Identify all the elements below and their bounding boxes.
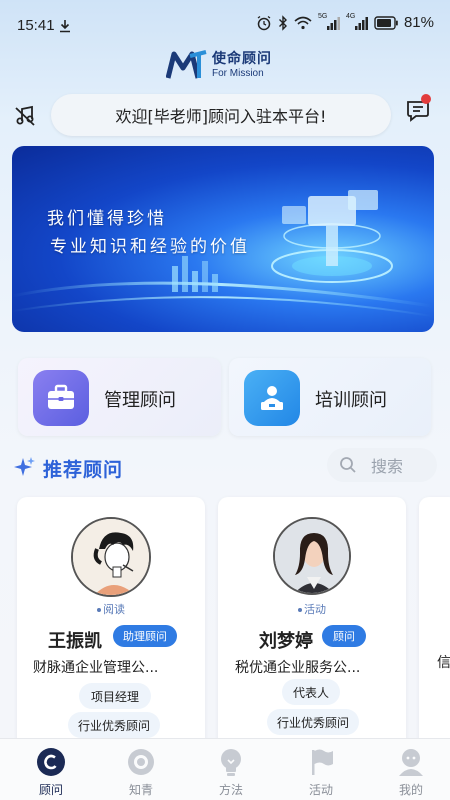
bottom-tab-bar: 顾问 知青 方法 活动 我的 (0, 738, 450, 800)
briefcase-icon (33, 370, 89, 426)
logo-mark-icon (166, 50, 207, 79)
advisor-company: 税优通企业服务公... (235, 660, 361, 676)
signal-5g-icon: 5G (318, 13, 340, 31)
bluetooth-icon (278, 14, 287, 31)
tab-label: 活动 (308, 783, 333, 797)
flag-icon (306, 747, 336, 777)
tab-method[interactable]: 方法 (186, 739, 276, 800)
advisor-card[interactable]: 阅读 王振凯 助理顾问 财脉通企业管理公... 项目经理 行业优秀顾问 (17, 497, 205, 757)
advisor-tag-pill: 项目经理 (79, 683, 151, 709)
search-input[interactable]: 搜索 (327, 448, 437, 482)
signal-4g-icon: 4G (346, 13, 368, 31)
tab-advisor[interactable]: 顾问 (6, 739, 96, 800)
advisor-company: 信 (437, 655, 450, 671)
advisor-tag-pill: 代表人 (282, 679, 340, 705)
advisor-card[interactable]: 活动 刘梦婷 顾问 税优通企业服务公... 代表人 行业优秀顾问 (218, 497, 406, 757)
tab-label: 我的 (398, 783, 423, 797)
lens-icon (126, 747, 156, 777)
status-time: 15:41 (17, 17, 55, 34)
tab-activity[interactable]: 活动 (276, 739, 366, 800)
advisor-name: 刘梦婷 (259, 631, 313, 652)
app-logo: 使命顾问 For Mission (166, 50, 272, 80)
advisor-tag-pill: 行业优秀顾问 (68, 712, 160, 738)
person-icon (396, 747, 426, 777)
status-bar: 15:41 5G 4G 81% (0, 0, 450, 48)
advisor-role-badge: 助理顾问 (113, 625, 177, 647)
logo-subtitle: For Mission (212, 67, 264, 79)
advisor-card[interactable]: 信 (419, 497, 450, 757)
unread-badge (421, 94, 431, 104)
notice-text: 欢迎[毕老师]顾问入驻本平台! (115, 107, 327, 126)
advisor-company: 财脉通企业管理公... (33, 660, 159, 676)
promo-banner[interactable]: 我们懂得珍惜 专业知识和经验的价值 (12, 146, 434, 332)
category-label: 管理顾问 (104, 390, 176, 411)
section-title: 推荐顾问 (43, 459, 124, 481)
status-text: 活动 (218, 601, 406, 617)
avatar (71, 517, 151, 597)
presenter-icon (244, 370, 300, 426)
banner-headline: 我们懂得珍惜 (47, 209, 167, 229)
search-placeholder: 搜索 (371, 457, 404, 476)
logo-title: 使命顾问 (212, 50, 272, 67)
wifi-icon (294, 16, 312, 29)
tab-label: 方法 (218, 783, 243, 797)
status-icons: 5G 4G 81% (256, 13, 434, 31)
banner-subline: 专业知识和经验的价值 (50, 237, 250, 257)
category-management[interactable]: 管理顾问 (18, 358, 221, 436)
battery-icon (374, 15, 398, 30)
bulb-icon (216, 747, 246, 777)
advisor-tag-pill: 行业优秀顾问 (267, 709, 359, 735)
advisor-role-badge: 顾问 (322, 625, 366, 647)
tab-label: 顾问 (38, 783, 63, 797)
advisor-name: 王振凯 (48, 631, 102, 652)
tab-label: 知青 (128, 783, 153, 797)
tab-knowledge[interactable]: 知青 (96, 739, 186, 800)
battery-percent: 81% (403, 14, 434, 31)
download-icon (60, 20, 70, 33)
search-icon (340, 457, 356, 473)
category-label: 培训顾问 (315, 390, 387, 411)
notice-bar[interactable]: 欢迎[毕老师]顾问入驻本平台! (51, 94, 391, 136)
c-logo-icon (36, 747, 66, 777)
status-text: 阅读 (17, 601, 205, 617)
music-off-icon[interactable] (13, 104, 37, 128)
category-training[interactable]: 培训顾问 (229, 358, 431, 436)
sparkle-icon (14, 457, 35, 476)
avatar (273, 517, 351, 595)
alarm-icon (257, 15, 271, 30)
tab-mine[interactable]: 我的 (366, 739, 450, 800)
